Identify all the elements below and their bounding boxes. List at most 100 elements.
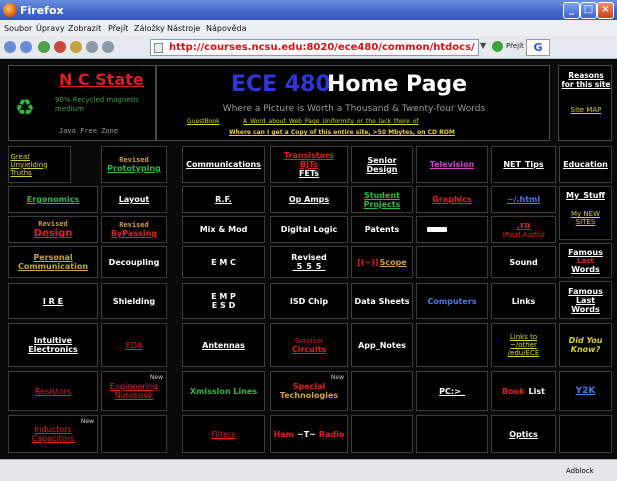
rf-link[interactable]: R.F. (182, 186, 265, 213)
link-text: Notebook (114, 391, 154, 400)
maximize-button[interactable]: □ (580, 2, 597, 19)
optics-link[interactable]: Optics (491, 415, 556, 453)
links-link[interactable]: Links (491, 283, 556, 319)
link-text: Sound (509, 257, 538, 267)
reasons-link[interactable]: Reasons for this site (561, 71, 611, 89)
menu-help[interactable]: Nápověda (206, 24, 247, 33)
menu-tools[interactable]: Nástroje (167, 24, 200, 33)
menu-go[interactable]: Přejít (108, 24, 128, 33)
guestbook-link[interactable]: GuestBook (187, 118, 220, 125)
chip-image-cell[interactable] (416, 216, 488, 243)
xmission-lines-link[interactable]: Xmission Lines (182, 371, 265, 411)
my-stuff-link[interactable]: My_Stuff (566, 191, 605, 200)
survival-circuits-link[interactable]: Survival Circuits (270, 323, 348, 367)
print-icon[interactable] (102, 41, 114, 53)
data-sheets-link[interactable]: Data Sheets (351, 283, 413, 319)
home-icon[interactable] (70, 41, 82, 53)
menu-file[interactable]: Soubor (4, 24, 32, 33)
antennas-link[interactable]: Antennas (182, 323, 265, 367)
ire-link[interactable]: I R E (8, 283, 98, 319)
net-tips-link[interactable]: NET_Tips (491, 146, 556, 183)
html-tips-link[interactable]: ~/.html (491, 186, 556, 213)
reload-icon[interactable] (38, 41, 50, 53)
my-new-sites-link[interactable]: My NEW (566, 210, 605, 218)
menu-edit[interactable]: Úpravy (36, 24, 65, 33)
patents-link[interactable]: Patents (351, 216, 413, 243)
television-link[interactable]: Television (416, 146, 488, 183)
menu-view[interactable]: Zobrazit (68, 24, 101, 33)
personal-communication-link[interactable]: Personal Communication (8, 246, 98, 278)
famous-last-words-link[interactable]: Famous Last Words (559, 281, 612, 319)
revised-label: Revised (291, 253, 327, 262)
page-content: N C State ♻ 90% Recycled magnetic medium… (0, 59, 617, 459)
link-text: Design (366, 164, 398, 174)
communications-link[interactable]: Communications (182, 146, 265, 183)
great-truths-link[interactable]: Great Unyielding Truths (8, 146, 71, 183)
link-text: Technologies (279, 391, 339, 400)
book-list-link[interactable]: Book List (491, 371, 556, 411)
engineering-notebook-link[interactable]: New Engineering Notebook (101, 371, 167, 411)
link-text: _5_5_5_ (292, 262, 326, 271)
adblock-label[interactable]: Adblock (566, 467, 594, 475)
new-badge: New (330, 374, 344, 381)
link-text: E M P (211, 292, 236, 301)
did-you-know-link[interactable]: Did You Know? (559, 323, 612, 367)
go-button-label[interactable]: Přejít (506, 42, 524, 50)
ham-radio-link[interactable]: Ham ~T~ Radio (270, 415, 348, 453)
y2k-link[interactable]: Y2K (559, 371, 612, 411)
site-map-link[interactable]: Site MAP (561, 106, 611, 114)
resistors-link[interactable]: Resistors (8, 371, 98, 411)
inductors-capacitors-link[interactable]: New Inductors Capacitors (8, 415, 98, 453)
eda-link[interactable]: EDA (101, 323, 167, 367)
history-icon[interactable] (86, 41, 98, 53)
search-engine-icon[interactable]: G (526, 39, 550, 56)
student-projects-link[interactable]: Student Projects (351, 186, 413, 213)
education-link[interactable]: Education (559, 146, 612, 183)
link-text: Shielding (112, 296, 156, 306)
menu-bookmarks[interactable]: Záložky (134, 24, 165, 33)
url-bar[interactable]: http://courses.ncsu.edu:8020/ece480/comm… (150, 39, 479, 56)
uniformity-link[interactable]: A_Word_about_Web_Page_Uniformity_or_the_… (243, 118, 419, 125)
filters-link[interactable]: Filters (182, 415, 265, 453)
scope-link[interactable]: [(~)] Scope (351, 246, 413, 278)
bjts-link[interactable]: BJTs (284, 160, 334, 169)
cd-rom-link[interactable]: Where can I get a Copy of this entire si… (229, 129, 455, 136)
isd-chip-link[interactable]: ISD Chip (270, 283, 348, 319)
graphics-link[interactable]: Graphics (416, 186, 488, 213)
design-link[interactable]: Revised Design (8, 216, 98, 243)
url-dropdown-icon[interactable]: ▼ (480, 41, 486, 50)
prototyping-link[interactable]: Revised Prototyping (101, 146, 167, 183)
shielding-link[interactable]: Shielding (101, 283, 167, 319)
sound-link[interactable]: Sound (491, 246, 556, 278)
bypassing-link[interactable]: Revised ByPassing (101, 216, 167, 243)
emp-esd-link[interactable]: E M PE S D (182, 283, 265, 319)
close-button[interactable]: × (597, 2, 614, 19)
minimize-button[interactable]: _ (563, 2, 580, 19)
other-edu-links-link[interactable]: Links to ~/other/edu/ECE (491, 323, 556, 367)
decoupling-link[interactable]: Decoupling (101, 246, 167, 278)
computers-link[interactable]: Computers (416, 283, 488, 319)
intuitive-electronics-link[interactable]: Intuitive Electronics (8, 323, 98, 367)
layout-link[interactable]: Layout (101, 186, 167, 213)
app-notes-link[interactable]: App_Notes (351, 323, 413, 367)
senior-design-link[interactable]: Senior Design (351, 146, 413, 183)
transistors-link[interactable]: Transistors BJTs FETs (270, 146, 348, 183)
emc-link[interactable]: E M C (182, 246, 265, 278)
mix-mod-link[interactable]: Mix & Mod (182, 216, 265, 243)
real-audio-link[interactable]: .ra (Real Audio) (491, 216, 556, 243)
stop-icon[interactable] (54, 41, 66, 53)
forward-icon[interactable] (20, 41, 32, 53)
ncsu-link[interactable]: N C State (59, 70, 144, 89)
revised-label: Revised (38, 220, 68, 228)
link-text: EDA (125, 340, 143, 350)
555-timer-link[interactable]: Revised _5_5_5_ (270, 246, 348, 278)
pc-prompt-link[interactable]: PC:>_ (416, 371, 488, 411)
back-icon[interactable] (4, 41, 16, 53)
rant-rave-link[interactable]: Famous Last Words (559, 243, 612, 278)
go-icon[interactable] (492, 41, 503, 52)
special-technologies-link[interactable]: New Special Technologies (270, 371, 348, 411)
op-amps-link[interactable]: Op Amps (270, 186, 348, 213)
fets-link[interactable]: FETs (284, 169, 334, 178)
ergonomics-link[interactable]: Ergonomics (8, 186, 98, 213)
digital-logic-link[interactable]: Digital Logic (270, 216, 348, 243)
